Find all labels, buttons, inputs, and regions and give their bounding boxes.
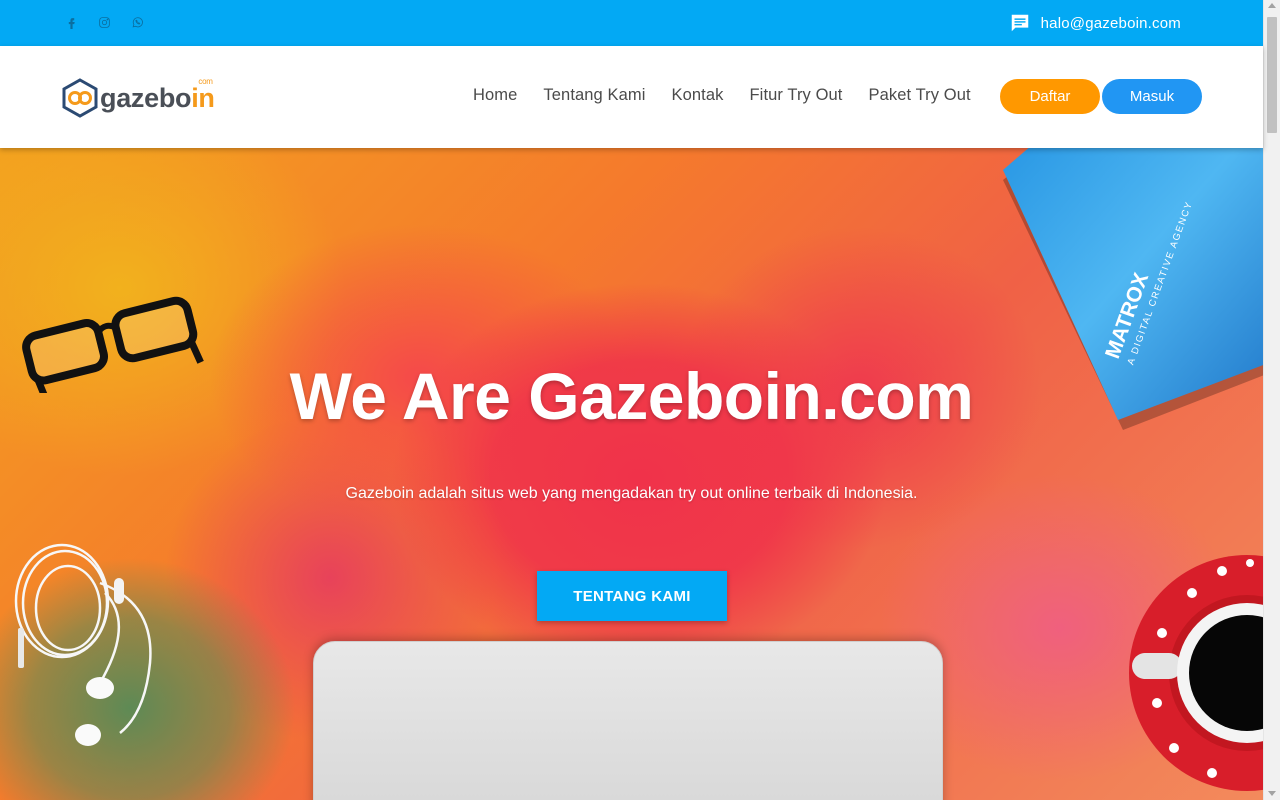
contact-email[interactable]: halo@gazeboin.com bbox=[1009, 12, 1181, 34]
logo-superscript: com bbox=[198, 76, 213, 86]
hero-title: We Are Gazeboin.com bbox=[289, 359, 974, 433]
whatsapp-icon[interactable] bbox=[130, 15, 144, 29]
logo-main-text: gazebo bbox=[100, 82, 192, 113]
earphones-image bbox=[14, 543, 152, 746]
hero-subtitle: Gazeboin adalah situs web yang mengadaka… bbox=[345, 485, 918, 502]
instagram-icon[interactable] bbox=[97, 15, 111, 29]
nav-paket-try-out[interactable]: Paket Try Out bbox=[868, 86, 970, 105]
main-menu: Home Tentang Kami Kontak Fitur Try Out P… bbox=[473, 86, 997, 105]
coffee-cup-image bbox=[1129, 555, 1263, 791]
main-navbar: gazeboin com Home Tentang Kami Kontak Fit… bbox=[0, 46, 1263, 148]
email-text[interactable]: halo@gazeboin.com bbox=[1041, 15, 1181, 32]
top-bar: halo@gazeboin.com bbox=[0, 0, 1263, 46]
chat-icon bbox=[1011, 14, 1028, 32]
facebook-icon[interactable] bbox=[64, 15, 78, 29]
scroll-up-arrow-icon[interactable] bbox=[1268, 3, 1276, 8]
site-logo[interactable]: gazeboin com bbox=[62, 77, 215, 118]
scroll-down-arrow-icon[interactable] bbox=[1268, 791, 1276, 796]
page-scrollbar[interactable] bbox=[1263, 0, 1280, 800]
nav-kontak[interactable]: Kontak bbox=[672, 86, 724, 105]
logo-wordmark: gazeboin com bbox=[100, 77, 215, 114]
nav-home[interactable]: Home bbox=[473, 86, 517, 105]
nav-fitur-try-out[interactable]: Fitur Try Out bbox=[750, 86, 843, 105]
scroll-thumb[interactable] bbox=[1267, 17, 1277, 133]
masuk-button[interactable]: Masuk bbox=[1102, 79, 1202, 114]
hero-section: MATROX A DIGITAL CREATIVE AGENCY We Are … bbox=[0, 148, 1263, 800]
laptop-image bbox=[313, 641, 943, 800]
daftar-button[interactable]: Daftar bbox=[1000, 79, 1100, 114]
tentang-kami-button[interactable]: TENTANG KAMI bbox=[537, 571, 727, 621]
logo-accent-text: in bbox=[191, 82, 215, 113]
social-links bbox=[64, 15, 144, 29]
nav-tentang-kami[interactable]: Tentang Kami bbox=[543, 86, 645, 105]
hexagon-logo-icon bbox=[62, 78, 98, 118]
